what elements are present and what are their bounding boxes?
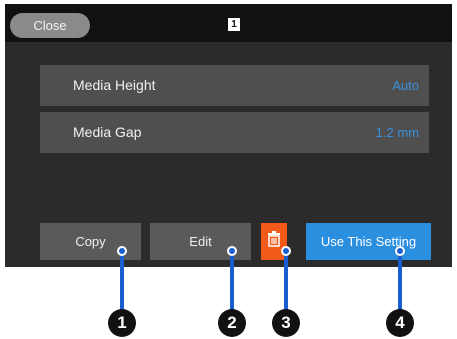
callout-line-4: [398, 250, 402, 316]
trash-icon: [267, 231, 281, 252]
callout-dot-3: [281, 246, 291, 256]
close-button[interactable]: Close: [10, 13, 90, 38]
callout-line-1: [120, 250, 124, 316]
page-indicator: 1: [228, 18, 240, 31]
callout-line-2: [230, 250, 234, 316]
callout-number-2: 2: [218, 309, 246, 337]
callout-line-3: [284, 250, 288, 316]
callout-number-4: 4: [386, 309, 414, 337]
setting-row-media-height[interactable]: Media Height Auto: [40, 65, 429, 106]
callout-dot-2: [227, 246, 237, 256]
top-bar: Close 1: [5, 4, 452, 42]
setting-value: 1.2 mm: [375, 125, 419, 140]
setting-label: Media Height: [73, 77, 156, 93]
copy-button[interactable]: Copy: [40, 223, 141, 260]
printer-panel-screen: Close 1 Media Height Auto Media Gap 1.2 …: [5, 4, 452, 267]
setting-label: Media Gap: [73, 124, 142, 140]
callout-number-1: 1: [108, 309, 136, 337]
setting-value: Auto: [392, 78, 419, 93]
setting-row-media-gap[interactable]: Media Gap 1.2 mm: [40, 112, 429, 153]
edit-button[interactable]: Edit: [150, 223, 251, 260]
use-this-setting-button[interactable]: Use This Setting: [306, 223, 431, 260]
callout-number-3: 3: [272, 309, 300, 337]
callout-dot-4: [395, 246, 405, 256]
callout-dot-1: [117, 246, 127, 256]
